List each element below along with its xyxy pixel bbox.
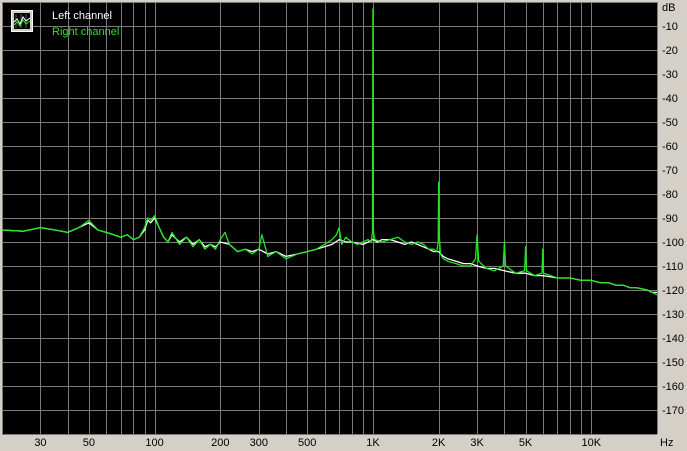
x-tick-label: 200 xyxy=(211,437,229,449)
x-unit-label: Hz xyxy=(660,437,673,449)
y-tick-label: -160 xyxy=(662,381,684,393)
y-unit-label: dB xyxy=(662,2,675,14)
x-tick-label: 5K xyxy=(519,437,533,449)
y-axis-tick-labels: -10 -20 -30 -40 -50 -60 -70 -80 -90 -100 -110 -120 -… xyxy=(662,21,684,417)
x-tick-label: 300 xyxy=(250,437,268,449)
spectrum-icon[interactable] xyxy=(11,10,33,32)
y-tick-label: -100 xyxy=(662,237,684,249)
spectrum-chart: 30 50 100 200 300 500 1K 2K 3K 5K 10K -10 -20 -30 -40… xyxy=(1,2,684,449)
x-tick-label: 100 xyxy=(145,437,163,449)
x-tick-label: 3K xyxy=(470,437,484,449)
y-tick-label: -140 xyxy=(662,333,684,345)
y-tick-label: -20 xyxy=(662,45,678,57)
y-tick-label: -110 xyxy=(662,261,683,273)
x-tick-label: 50 xyxy=(83,437,95,449)
x-tick-label: 10K xyxy=(581,437,601,449)
y-tick-label: -170 xyxy=(662,405,684,417)
y-tick-label: -130 xyxy=(662,309,684,321)
x-axis-tick-labels: 30 50 100 200 300 500 1K 2K 3K 5K 10K xyxy=(34,437,601,449)
legend-entry-right-channel: Right channel xyxy=(52,26,119,38)
y-tick-label: -80 xyxy=(662,189,678,201)
y-tick-label: -10 xyxy=(662,21,678,33)
y-tick-label: -40 xyxy=(662,93,678,105)
y-tick-label: -120 xyxy=(662,285,684,297)
y-tick-label: -150 xyxy=(662,357,684,369)
y-tick-label: -30 xyxy=(662,69,678,81)
x-tick-label: 1K xyxy=(366,437,380,449)
x-tick-label: 2K xyxy=(432,437,446,449)
x-tick-label: 30 xyxy=(34,437,46,449)
y-tick-label: -50 xyxy=(662,117,678,129)
y-tick-label: -60 xyxy=(662,141,678,153)
x-tick-label: 500 xyxy=(298,437,316,449)
y-tick-label: -90 xyxy=(662,213,678,225)
y-tick-label: -70 xyxy=(662,165,678,177)
legend-entry-left-channel: Left channel xyxy=(52,10,112,22)
